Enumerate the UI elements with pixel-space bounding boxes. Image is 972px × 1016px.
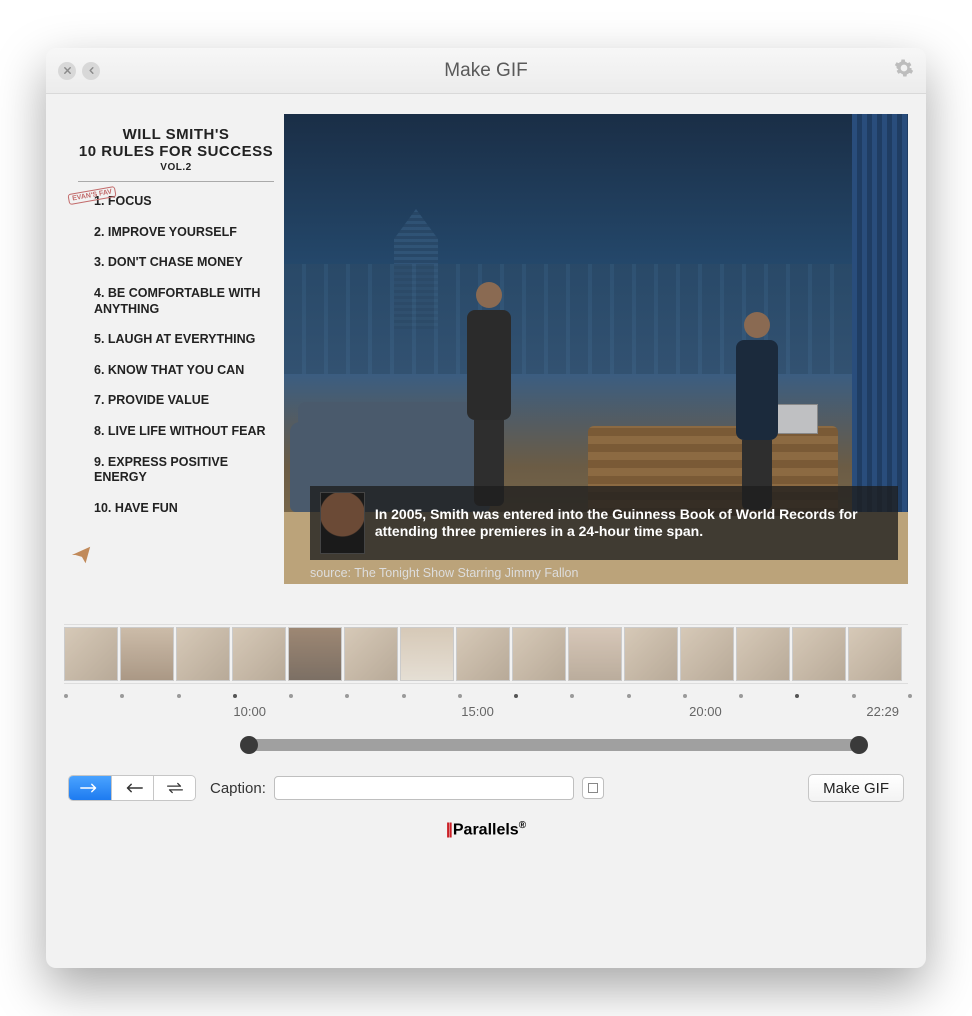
make-gif-button[interactable]: Make GIF (808, 774, 904, 802)
back-icon[interactable] (82, 62, 100, 80)
time-label: 10:00 (233, 704, 266, 719)
thumbnail-strip[interactable] (64, 624, 908, 684)
direction-segment (68, 775, 196, 801)
caption-input[interactable] (274, 776, 574, 800)
paper-plane-icon (70, 544, 92, 572)
rules-title-2: 10 RULES FOR SUCCESS (78, 143, 274, 160)
time-label: 22:29 (866, 704, 899, 719)
parallels-logo-icon: || (446, 821, 451, 838)
rules-panel: WILL SMITH'S 10 RULES FOR SUCCESS VOL.2 … (64, 114, 284, 584)
range-handle-end[interactable] (850, 736, 868, 754)
window-title: Make GIF (46, 60, 926, 82)
gear-icon[interactable] (894, 58, 914, 84)
brand-name: Parallels (453, 821, 519, 838)
thumbnail[interactable] (176, 627, 230, 681)
rule-item: 10. HAVE FUN (78, 501, 274, 517)
thumbnail[interactable] (680, 627, 734, 681)
timeline-panel: 10:00 15:00 20:00 22:29 (64, 624, 908, 839)
rule-item: 7. PROVIDE VALUE (78, 393, 274, 409)
thumbnail[interactable] (456, 627, 510, 681)
rule-item: 5. LAUGH AT EVERYTHING (78, 332, 274, 348)
video-frame: In 2005, Smith was entered into the Guin… (284, 114, 908, 584)
fact-text: In 2005, Smith was entered into the Guin… (375, 506, 888, 541)
time-labels: 10:00 15:00 20:00 22:29 (64, 704, 908, 722)
thumbnail[interactable] (400, 627, 454, 681)
fact-overlay: In 2005, Smith was entered into the Guin… (310, 486, 898, 560)
caption-color-button[interactable] (582, 777, 604, 799)
thumbnail[interactable] (512, 627, 566, 681)
thumbnail[interactable] (792, 627, 846, 681)
rule-item: 2. IMPROVE YOURSELF (78, 225, 274, 241)
fact-thumbnail (320, 492, 365, 554)
thumbnail[interactable] (624, 627, 678, 681)
rules-title-1: WILL SMITH'S (78, 126, 274, 143)
thumbnail[interactable] (568, 627, 622, 681)
thumbnail[interactable] (232, 627, 286, 681)
video-preview: WILL SMITH'S 10 RULES FOR SUCCESS VOL.2 … (64, 114, 908, 584)
titlebar: Make GIF (46, 48, 926, 94)
thumbnail[interactable] (120, 627, 174, 681)
tick-row (64, 690, 908, 702)
rule-item: 6. KNOW THAT YOU CAN (78, 363, 274, 379)
caption-label: Caption: (210, 780, 266, 797)
range-slider[interactable] (244, 736, 864, 754)
app-window: Make GIF WILL SMITH'S 10 RULES FOR SUCCE… (46, 48, 926, 968)
thumbnail[interactable] (64, 627, 118, 681)
thumbnail[interactable] (848, 627, 902, 681)
rule-item: 4. BE COMFORTABLE WITH ANYTHING (78, 286, 274, 317)
direction-bounce-button[interactable] (153, 776, 195, 800)
thumbnail[interactable] (736, 627, 790, 681)
rule-item: 8. LIVE LIFE WITHOUT FEAR (78, 424, 274, 440)
rule-item: 9. EXPRESS POSITIVE ENERGY (78, 455, 274, 486)
direction-forward-button[interactable] (69, 776, 111, 800)
rule-item: 3. DON'T CHASE MONEY (78, 255, 274, 271)
brand-footer: ||Parallels® (64, 820, 908, 839)
direction-reverse-button[interactable] (111, 776, 153, 800)
close-icon[interactable] (58, 62, 76, 80)
time-label: 20:00 (689, 704, 722, 719)
time-label: 15:00 (461, 704, 494, 719)
range-handle-start[interactable] (240, 736, 258, 754)
thumbnail[interactable] (344, 627, 398, 681)
rules-volume: VOL.2 (78, 162, 274, 173)
thumbnail[interactable] (288, 627, 342, 681)
source-text: source: The Tonight Show Starring Jimmy … (310, 566, 578, 580)
